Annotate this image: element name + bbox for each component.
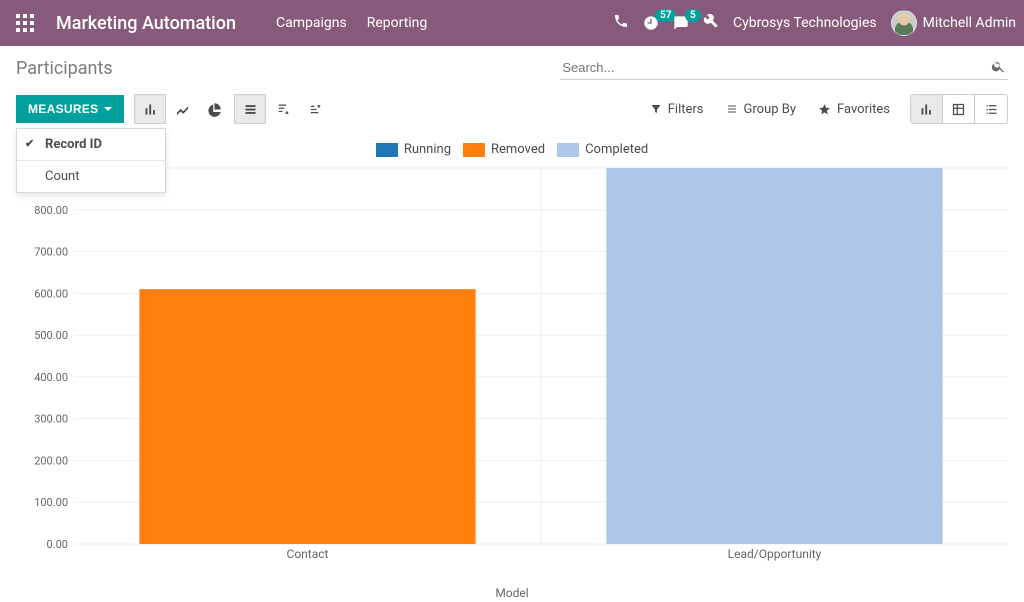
legend-running[interactable]: Running	[376, 142, 451, 157]
view-pivot-icon[interactable]	[943, 95, 975, 123]
avatar	[891, 10, 917, 36]
measures-dropdown: Record ID Count	[16, 128, 166, 193]
svg-text:Contact: Contact	[287, 547, 329, 561]
view-graph-icon[interactable]	[911, 95, 943, 123]
legend-swatch	[557, 143, 579, 157]
legend-completed[interactable]: Completed	[557, 142, 648, 157]
svg-text:400.00: 400.00	[34, 371, 68, 384]
nav-campaigns[interactable]: Campaigns	[276, 15, 347, 31]
svg-text:Lead/Opportunity: Lead/Opportunity	[728, 547, 822, 561]
filters-label: Filters	[668, 102, 704, 117]
breadcrumb: Participants	[16, 58, 113, 79]
legend-label: Removed	[491, 142, 545, 157]
measures-button[interactable]: MEASURES	[16, 95, 124, 123]
nav-reporting[interactable]: Reporting	[367, 15, 428, 31]
phone-icon[interactable]	[613, 13, 629, 33]
legend-swatch	[463, 143, 485, 157]
topbar: Marketing Automation Campaigns Reporting…	[0, 0, 1024, 46]
wrench-icon[interactable]	[703, 13, 719, 33]
messages-count: 5	[685, 9, 701, 22]
measures-label: MEASURES	[28, 102, 98, 116]
view-list-icon[interactable]	[975, 95, 1007, 123]
apps-icon[interactable]	[8, 6, 42, 40]
user-menu[interactable]: Mitchell Admin	[891, 10, 1016, 36]
caret-down-icon	[104, 107, 112, 111]
sort-desc-icon[interactable]	[266, 94, 298, 124]
svg-text:700.00: 700.00	[34, 246, 68, 259]
measures-item-record-id[interactable]: Record ID	[17, 129, 165, 160]
svg-text:0.00: 0.00	[47, 538, 68, 551]
stack-sort-group	[234, 94, 330, 124]
plot: 0.00100.00200.00300.00400.00500.00600.00…	[74, 168, 1008, 562]
groupby-button[interactable]: Group By	[726, 102, 797, 117]
filters-button[interactable]: Filters	[650, 102, 704, 117]
bar-chart-icon[interactable]	[134, 94, 166, 124]
topbar-right: 57 5 Cybrosys Technologies Mitchell Admi…	[613, 10, 1016, 36]
groupby-label: Group By	[744, 102, 797, 117]
svg-text:600.00: 600.00	[34, 287, 68, 300]
search-button[interactable]	[989, 57, 1008, 79]
nav-links: Campaigns Reporting	[276, 15, 427, 31]
plot-svg: 0.00100.00200.00300.00400.00500.00600.00…	[74, 168, 1008, 562]
company-name[interactable]: Cybrosys Technologies	[733, 15, 877, 31]
search-wrap	[560, 56, 1008, 80]
svg-text:800.00: 800.00	[34, 204, 68, 217]
app-title: Marketing Automation	[56, 13, 236, 34]
search-tools: Filters Group By Favorites	[650, 102, 890, 117]
svg-text:200.00: 200.00	[34, 454, 68, 467]
messages-icon[interactable]: 5	[673, 15, 689, 31]
legend-removed[interactable]: Removed	[463, 142, 545, 157]
x-axis-label: Model	[495, 586, 528, 600]
bar[interactable]	[139, 289, 475, 544]
legend-label: Completed	[585, 142, 648, 157]
svg-text:300.00: 300.00	[34, 413, 68, 426]
chart-area: Running Removed Completed Record ID Mode…	[16, 142, 1008, 602]
chart-type-group	[134, 94, 230, 124]
svg-text:500.00: 500.00	[34, 329, 68, 342]
stacked-icon[interactable]	[234, 94, 266, 124]
sort-asc-icon[interactable]	[298, 94, 330, 124]
svg-text:100.00: 100.00	[34, 496, 68, 509]
control-panel: Participants MEASURES Filters	[0, 46, 1024, 124]
pie-chart-icon[interactable]	[198, 94, 230, 124]
favorites-label: Favorites	[837, 102, 890, 117]
bar[interactable]	[606, 168, 942, 544]
favorites-button[interactable]: Favorites	[818, 102, 890, 117]
line-chart-icon[interactable]	[166, 94, 198, 124]
view-switcher	[910, 94, 1008, 124]
legend-label: Running	[404, 142, 451, 157]
activities-icon[interactable]: 57	[643, 15, 659, 31]
legend-swatch	[376, 143, 398, 157]
user-name: Mitchell Admin	[923, 15, 1016, 31]
search-input[interactable]	[560, 56, 989, 79]
measures-item-count[interactable]: Count	[17, 161, 165, 192]
